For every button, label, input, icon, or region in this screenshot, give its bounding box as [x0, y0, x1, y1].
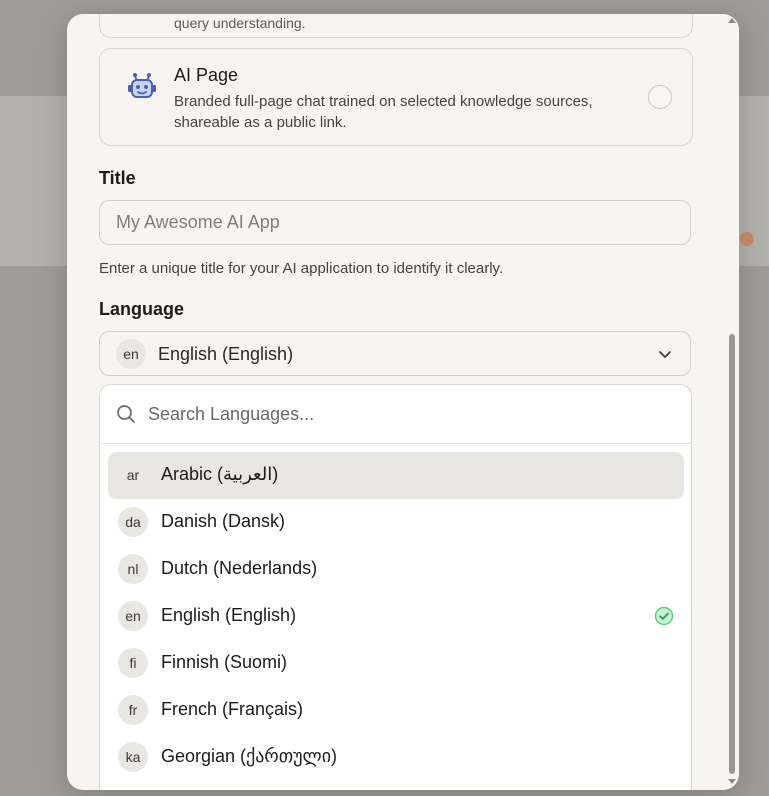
- language-option-ka[interactable]: ka Georgian (ქართული): [108, 734, 684, 781]
- language-option-fr[interactable]: fr French (Français): [108, 687, 684, 734]
- search-icon: [117, 405, 135, 423]
- title-helper-text: Enter a unique title for your AI applica…: [99, 260, 504, 277]
- language-code-badge: ar: [126, 467, 140, 483]
- language-option-da[interactable]: da Danish (Dansk): [108, 499, 684, 546]
- chevron-down-icon: [659, 351, 671, 358]
- option-radio[interactable]: [648, 85, 672, 109]
- option-card-previous[interactable]: query understanding.: [99, 14, 693, 38]
- option-card-ai-page[interactable]: AI Page Branded full-page chat trained o…: [99, 48, 693, 146]
- language-code-badge: ka: [118, 742, 148, 772]
- language-option-nl[interactable]: nl Dutch (Nederlands): [108, 546, 684, 593]
- create-app-modal: query understanding. AI Page Branded ful…: [67, 14, 739, 790]
- language-option-label: English (English): [161, 605, 297, 625]
- robot-icon: [128, 73, 156, 98]
- language-search-row: [100, 385, 691, 444]
- language-label: Language: [99, 299, 185, 319]
- option-card-description: query understanding.: [174, 15, 306, 31]
- language-code-badge: nl: [118, 554, 148, 584]
- title-label: Title: [99, 168, 136, 188]
- language-option-label: Dutch (Nederlands): [161, 558, 318, 578]
- scrollbar-thumb[interactable]: [729, 334, 735, 774]
- language-list: ar Arabic (العربية) da Danish (Dansk) nl Dutc…: [108, 452, 684, 781]
- background-bar: [0, 96, 68, 266]
- background-badge: [740, 232, 754, 246]
- language-option-label: Georgian (ქართული): [161, 746, 338, 766]
- language-code-badge: fr: [118, 695, 148, 725]
- language-search-input[interactable]: [146, 397, 650, 431]
- language-code-badge: fi: [118, 648, 148, 678]
- option-card-description: Branded full-page chat trained on select…: [174, 93, 593, 131]
- scroll-down-arrow-icon[interactable]: [728, 779, 736, 784]
- language-code-badge: da: [118, 507, 148, 537]
- language-dropdown: ar Arabic (العربية) da Danish (Dansk) nl Dutc…: [99, 384, 692, 790]
- language-option-label: Danish (Dansk): [161, 511, 286, 531]
- scroll-up-arrow-icon[interactable]: [728, 18, 736, 23]
- language-option-label: Arabic (العربية): [161, 464, 279, 484]
- language-code-badge: en: [118, 601, 148, 631]
- language-option-label: French (Français): [161, 699, 304, 719]
- language-select-value: English (English): [158, 344, 294, 364]
- language-option-label: Finnish (Suomi): [161, 652, 288, 672]
- language-code-badge: en: [116, 339, 146, 369]
- language-option-ar[interactable]: ar Arabic (العربية): [108, 452, 684, 499]
- check-circle-icon: [654, 606, 674, 626]
- language-select[interactable]: en English (English): [99, 331, 691, 376]
- option-card-title: AI Page: [174, 65, 239, 85]
- language-option-fi[interactable]: fi Finnish (Suomi): [108, 640, 684, 687]
- title-input[interactable]: [99, 200, 691, 245]
- language-option-en[interactable]: en English (English): [108, 593, 684, 640]
